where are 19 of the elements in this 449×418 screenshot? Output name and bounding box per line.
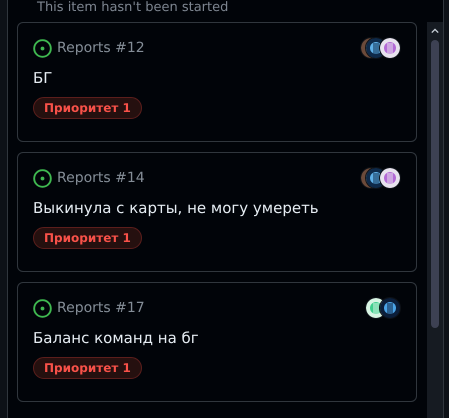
priority-label: Приоритет 1 [33, 97, 142, 119]
open-status-icon [33, 298, 52, 318]
open-status-icon [33, 168, 52, 188]
issue-card[interactable]: Reports #12 БГ Приоритет 1 [17, 22, 417, 142]
issue-reference[interactable]: Reports #14 [57, 170, 145, 186]
open-status-icon [33, 38, 52, 58]
priority-label: Приоритет 1 [33, 357, 142, 379]
issue-card[interactable]: Reports #14 Выкинула с карты, не могу умереть Приоритет 1 [17, 152, 417, 272]
issue-reference[interactable]: Reports #17 [57, 300, 145, 316]
column-status-text: This item hasn't been started [36, 0, 230, 16]
scrollbar[interactable] [427, 22, 443, 418]
issue-title[interactable]: БГ [33, 68, 401, 88]
issue-card[interactable]: Reports #17 Баланс команд на бг Приоритет 1 [17, 282, 417, 402]
priority-label: Приоритет 1 [33, 227, 142, 249]
scroll-up-icon[interactable] [431, 28, 439, 34]
issue-title[interactable]: Баланс команд на бг [33, 328, 401, 348]
issue-title[interactable]: Выкинула с карты, не могу умереть [33, 198, 401, 218]
issue-reference[interactable]: Reports #12 [57, 40, 145, 56]
scrollbar-thumb[interactable] [431, 40, 439, 328]
